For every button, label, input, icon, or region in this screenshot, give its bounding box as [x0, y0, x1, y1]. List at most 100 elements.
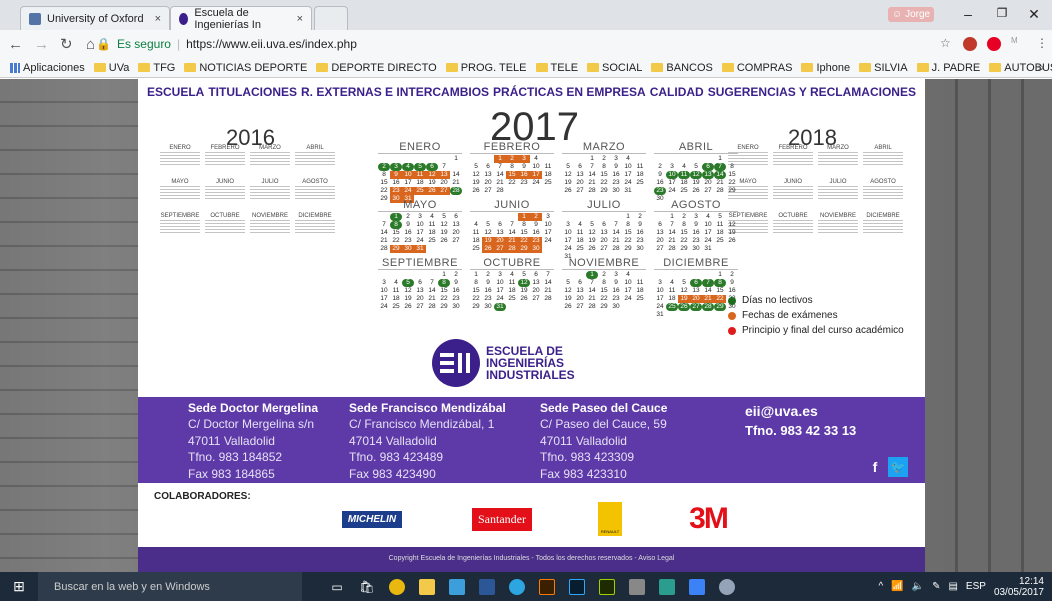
nav-practicas[interactable]: PRÁCTICAS EN EMPRESA — [493, 85, 646, 99]
day-cell — [542, 187, 554, 195]
bookmark-folder[interactable]: PROG. TELE — [445, 62, 527, 74]
illustrator-icon[interactable] — [532, 572, 562, 601]
school-logo-block[interactable]: ESCUELA DE INGENIERÍAS INDUSTRIALES — [432, 339, 616, 387]
bookmark-folder[interactable]: J. PADRE — [916, 62, 980, 74]
muse-icon[interactable] — [592, 572, 622, 601]
tab-oxford[interactable]: University of Oxford × — [20, 6, 170, 30]
day-cell: 21 — [452, 179, 460, 186]
day-cell: 10 — [624, 163, 632, 170]
sponsor-renault[interactable]: RENAULT — [596, 502, 624, 536]
day-cell — [654, 271, 666, 279]
clock-time: 12:14 — [1018, 575, 1044, 587]
word-icon[interactable] — [472, 572, 502, 601]
day-cell: 12 — [440, 221, 448, 228]
reload-icon[interactable]: ↻ — [60, 35, 78, 53]
volume-icon[interactable]: 🔈 — [912, 581, 924, 592]
new-tab-button[interactable] — [314, 6, 348, 30]
mini-month-days — [863, 186, 903, 200]
bookmark-folder[interactable]: BANCOS — [651, 62, 713, 74]
day-cell: 14 — [668, 229, 676, 236]
more-bookmarks-icon[interactable]: » — [1038, 62, 1044, 74]
star-icon[interactable]: ☆ — [940, 36, 951, 50]
notifications-icon[interactable]: ▤ — [948, 581, 957, 592]
file-explorer-icon[interactable] — [412, 572, 442, 601]
sede-line: C/ Paseo del Cauce, 59 — [540, 417, 667, 431]
close-tab-icon[interactable]: × — [297, 13, 303, 25]
month-julio: JULIO 1 2 3 4 5 6 7 8 9 10 11 12 13 14 15 16 17 18 19 20 21 22… — [562, 199, 646, 261]
chrome-icon[interactable] — [382, 572, 412, 601]
network-icon[interactable]: 📶 — [891, 581, 903, 592]
pinterest-icon[interactable] — [987, 37, 1001, 51]
day-cell: 26 — [472, 187, 480, 194]
email-link[interactable]: eii@uva.es — [745, 403, 856, 419]
sponsor-3m[interactable]: 3M — [678, 502, 738, 535]
task-view-icon[interactable]: ▭ — [322, 572, 352, 601]
facebook-icon[interactable]: f — [865, 457, 885, 477]
app-icon[interactable] — [442, 572, 472, 601]
nav-escuela[interactable]: ESCUELA — [147, 85, 204, 99]
bookmark-folder[interactable]: UVa — [93, 62, 129, 74]
nav-relaciones-externas[interactable]: R. EXTERNAS E INTERCAMBIOS — [301, 85, 489, 99]
app-icon[interactable] — [712, 572, 742, 601]
day-cell: 6 — [426, 163, 438, 171]
day-cell: 5 — [522, 271, 526, 278]
day-cell: 18 — [508, 287, 516, 294]
close-tab-icon[interactable]: × — [155, 13, 161, 25]
day-cell: 8 — [510, 163, 514, 170]
bookmark-folder[interactable]: DEPORTE DIRECTO — [316, 62, 437, 74]
nav-sugerencias[interactable]: SUGERENCIAS Y RECLAMACIONES — [708, 85, 916, 99]
telegram-icon[interactable] — [502, 572, 532, 601]
back-icon[interactable]: ← — [8, 36, 26, 53]
tray-chevron-icon[interactable]: ^ — [878, 581, 883, 592]
profile-button[interactable]: ☺ Jorge — [888, 7, 934, 22]
store-icon[interactable]: 🛍 — [352, 572, 382, 601]
minimize-button[interactable]: – — [958, 6, 978, 22]
bookmark-folder[interactable]: TELE — [535, 61, 579, 74]
sponsor-santander[interactable]: Santander — [460, 505, 544, 533]
bookmark-label: TELE — [550, 61, 579, 74]
language-indicator[interactable]: ESP — [966, 581, 986, 592]
extension-icon[interactable]: M — [1011, 36, 1018, 45]
adblock-icon[interactable] — [963, 37, 977, 51]
day-cell: 4 — [394, 279, 398, 286]
menu-icon[interactable]: ⋮ — [1036, 36, 1048, 50]
day-cell: 21 — [588, 179, 596, 186]
day-cell: 19 — [564, 295, 572, 302]
week-row: 2 3 4 5678 — [654, 163, 738, 171]
clock[interactable]: 12:14 03/05/2017 — [994, 576, 1044, 598]
nav-titulaciones[interactable]: TITULACIONES — [208, 85, 297, 99]
mini-month: ENERO — [160, 145, 200, 166]
address-bar[interactable]: 🔒 Es seguro | https://www.eii.uva.es/ind… — [96, 33, 966, 55]
bookmark-folder[interactable]: Iphone — [801, 62, 850, 74]
close-window-button[interactable]: ✕ — [1024, 6, 1044, 23]
photoshop-icon[interactable] — [562, 572, 592, 601]
day-cell: 23 — [484, 295, 492, 302]
bookmark-folder[interactable]: SOCIAL — [587, 62, 642, 74]
taskbar-search[interactable]: Buscar en la web y en Windows — [38, 572, 302, 601]
sede-line: Tfno. 983 184852 — [188, 450, 283, 464]
day-cell: 1 — [494, 155, 506, 163]
app-icon[interactable] — [622, 572, 652, 601]
day-cell: 19 — [404, 295, 412, 302]
bookmark-folder[interactable]: COMPRAS — [721, 62, 792, 74]
bookmark-folder[interactable]: SILVIA — [859, 62, 908, 74]
bookmark-folder[interactable]: NOTICIAS DEPORTE — [184, 62, 307, 74]
day-cell — [678, 155, 690, 163]
day-cell: 25 — [544, 179, 552, 186]
sponsor-michelin[interactable]: MICHELIN — [328, 505, 416, 533]
app-icon[interactable] — [682, 572, 712, 601]
nav-calidad[interactable]: CALIDAD — [650, 85, 704, 99]
profile-icon: ☺ — [891, 9, 903, 20]
day-cell: 19 — [472, 179, 480, 186]
bookmark-folder[interactable]: TFG — [138, 62, 175, 74]
windows-start-icon[interactable]: ⊞ — [0, 572, 38, 601]
bookmark-apps[interactable]: Aplicaciones — [10, 62, 85, 74]
pen-icon[interactable]: ✎ — [932, 581, 940, 592]
week-row: 11 12 13 14 15 16 17 — [470, 229, 554, 237]
tab-eii[interactable]: Escuela de Ingenierías In × — [170, 6, 312, 31]
maximize-button[interactable]: ❐ — [992, 6, 1012, 20]
forward-icon[interactable]: → — [34, 36, 52, 53]
app-icon[interactable] — [652, 572, 682, 601]
day-cell — [518, 303, 530, 311]
twitter-icon[interactable]: 🐦 — [888, 457, 908, 477]
